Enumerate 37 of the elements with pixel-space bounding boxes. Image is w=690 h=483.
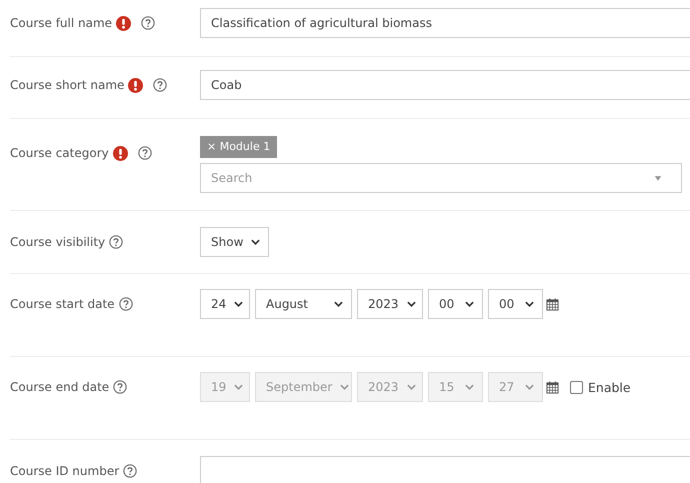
field-label: Course ID number [10, 464, 120, 478]
dropdown-icon [654, 175, 662, 182]
text-field[interactable]: Classification of agricultural biomass [200, 8, 690, 38]
chevron-icon [334, 301, 343, 307]
chevron-icon [525, 301, 534, 307]
date-select[interactable]: 00 [428, 289, 483, 319]
help-icon[interactable] [141, 16, 156, 30]
field-label: Course short name [10, 78, 124, 92]
checkbox-label: Enable [588, 380, 631, 394]
help-icon[interactable] [118, 297, 133, 311]
field-label: Course visibility [10, 235, 106, 249]
field-label: Course category [10, 146, 109, 160]
date-select[interactable]: August [255, 289, 352, 319]
chevron-icon [234, 384, 244, 390]
help-icon[interactable] [123, 464, 138, 478]
chevron-icon [465, 384, 474, 390]
field-label: Course start date [10, 297, 115, 311]
calendar-icon[interactable] [546, 298, 559, 310]
chevron-icon [340, 384, 350, 390]
field-label: Course full name [10, 16, 112, 30]
field-label: Course end date [10, 380, 110, 394]
help-icon[interactable] [109, 235, 124, 249]
date-select[interactable]: 00 [488, 289, 543, 319]
text-field[interactable]: Coab [200, 70, 690, 100]
date-select[interactable]: 2023 [357, 289, 423, 319]
chevron-icon [406, 384, 416, 390]
text-field[interactable] [200, 456, 690, 483]
date-select[interactable]: 24 [200, 289, 250, 319]
search-field[interactable]: Search [200, 163, 682, 193]
help-icon[interactable] [153, 78, 168, 92]
chevron-icon [234, 301, 244, 307]
visibility-select[interactable]: Show [200, 227, 270, 257]
help-icon[interactable] [138, 146, 152, 160]
chevron-icon [251, 239, 260, 245]
chevron-icon [465, 301, 474, 307]
chevron-icon [525, 384, 534, 390]
chevron-icon [406, 301, 416, 307]
